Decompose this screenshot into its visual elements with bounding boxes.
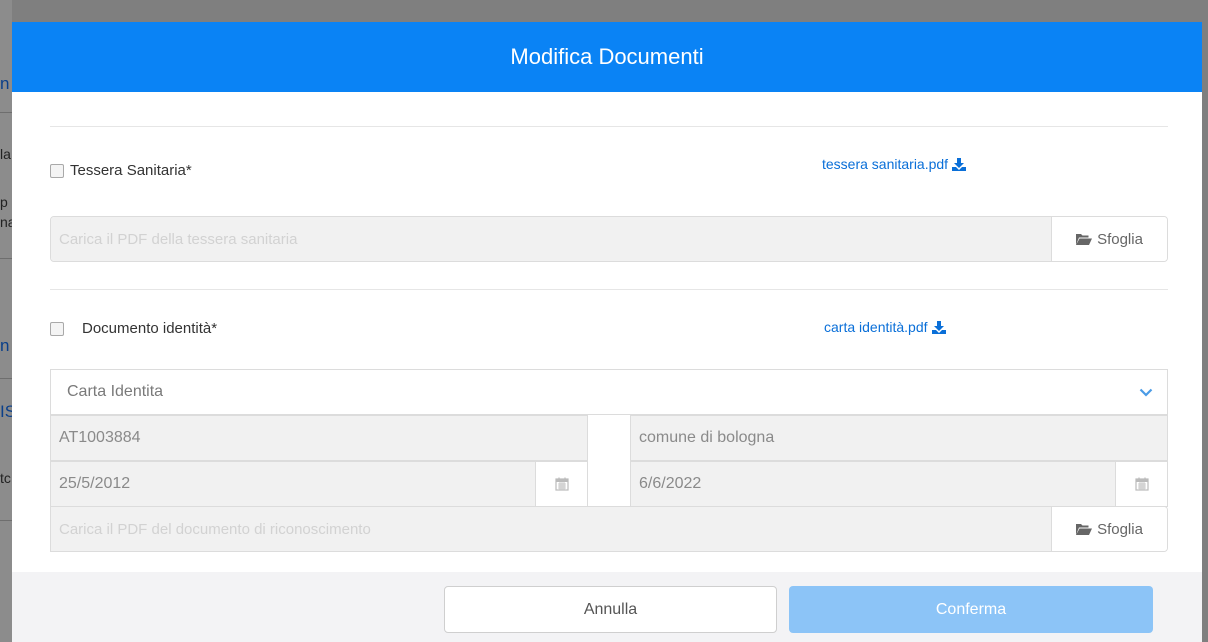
health-card-file-input[interactable]: Carica il PDF della tessera sanitaria xyxy=(51,217,1051,261)
issue-date-input[interactable]: 25/5/2012 xyxy=(51,462,535,506)
identity-document-browse-label: Sfoglia xyxy=(1097,520,1143,538)
identity-document-download-text: carta identità.pdf xyxy=(824,319,928,335)
identity-document-checkbox[interactable] xyxy=(50,321,64,336)
identity-document-browse-button[interactable]: Sfoglia xyxy=(1051,507,1167,551)
section-divider xyxy=(50,126,1168,127)
cancel-button[interactable]: Annulla xyxy=(444,586,777,633)
health-card-file-upload: Carica il PDF della tessera sanitaria Sf… xyxy=(50,216,1168,262)
modal-body: Tessera Sanitaria* tessera sanitaria.pdf… xyxy=(12,92,1202,572)
expiry-date-field: 6/6/2022 xyxy=(630,461,1168,507)
section-divider xyxy=(50,289,1168,290)
identity-document-file-input[interactable]: Carica il PDF del documento di riconosci… xyxy=(51,507,1051,551)
health-card-checkbox[interactable] xyxy=(50,163,64,178)
background-divider xyxy=(0,112,12,113)
health-card-download-link[interactable]: tessera sanitaria.pdf xyxy=(822,156,967,172)
document-type-value: Carta Identita xyxy=(67,383,164,400)
identity-document-checkbox-row[interactable]: Documento identità* xyxy=(50,320,217,337)
expiry-date-input[interactable]: 6/6/2022 xyxy=(631,462,1115,506)
calendar-icon xyxy=(1134,477,1149,491)
background-strip xyxy=(0,0,12,642)
issuing-authority-field[interactable]: comune di bologna xyxy=(630,415,1168,461)
modal-footer: Annulla Conferma xyxy=(12,572,1202,642)
edit-documents-modal: Modifica Documenti Tessera Sanitaria* te… xyxy=(12,22,1202,642)
document-number-field[interactable]: AT1003884 xyxy=(50,415,588,461)
confirm-button[interactable]: Conferma xyxy=(789,586,1153,633)
chevron-down-icon xyxy=(1139,388,1153,397)
modal-title: Modifica Documenti xyxy=(510,44,704,69)
download-icon xyxy=(952,157,967,171)
issue-date-field: 25/5/2012 xyxy=(50,461,588,507)
background-divider xyxy=(0,520,12,521)
issue-date-calendar-button[interactable] xyxy=(535,462,587,506)
health-card-checkbox-row[interactable]: Tessera Sanitaria* xyxy=(50,162,192,179)
folder-open-icon xyxy=(1076,234,1093,245)
health-card-download-text: tessera sanitaria.pdf xyxy=(822,156,949,172)
identity-document-label: Documento identità* xyxy=(82,320,218,337)
background-divider xyxy=(0,378,12,379)
modal-header: Modifica Documenti xyxy=(12,22,1202,92)
expiry-date-calendar-button[interactable] xyxy=(1115,462,1167,506)
health-card-browse-button[interactable]: Sfoglia xyxy=(1051,217,1167,261)
document-type-select[interactable]: Carta Identita xyxy=(50,369,1168,415)
background-divider xyxy=(0,258,12,259)
identity-document-download-link[interactable]: carta identità.pdf xyxy=(824,319,946,335)
health-card-label: Tessera Sanitaria* xyxy=(70,162,192,179)
identity-document-file-upload: Carica il PDF del documento di riconosci… xyxy=(50,506,1168,552)
calendar-icon xyxy=(554,477,569,491)
download-icon xyxy=(931,320,946,334)
folder-open-icon xyxy=(1076,524,1093,535)
health-card-browse-label: Sfoglia xyxy=(1097,230,1143,248)
